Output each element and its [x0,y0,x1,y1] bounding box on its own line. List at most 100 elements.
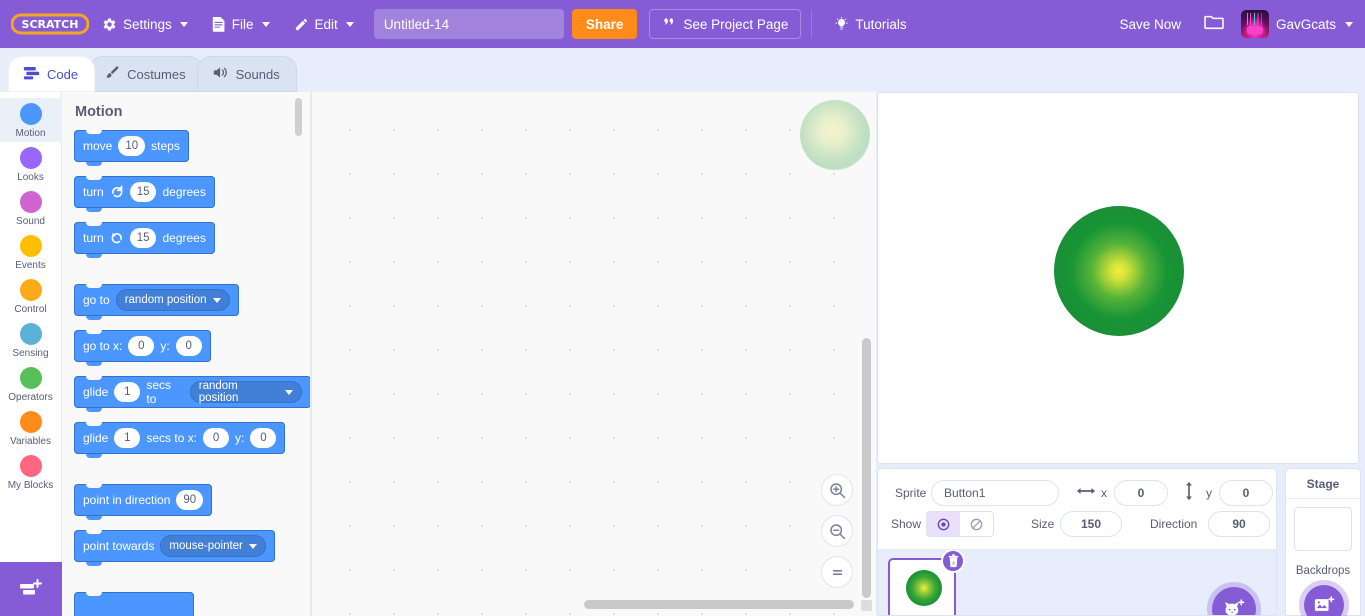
code-workspace[interactable] [312,92,876,616]
block-text: move [83,139,112,153]
scratch-logo-icon: SCRATCH [11,12,89,36]
block-input-y[interactable]: 0 [250,428,276,448]
workspace-vertical-scrollbar[interactable] [862,338,871,598]
delete-sprite-button[interactable]: x [941,550,965,573]
tab-sounds[interactable]: Sounds [197,56,297,92]
block-input-x[interactable]: 0 [203,428,229,448]
category-label: Looks [17,172,44,183]
block-input-degrees[interactable]: 15 [130,228,157,248]
show-hidden-button[interactable] [960,512,993,536]
stage-selector-panel[interactable]: Stage Backdrops [1285,468,1361,616]
sprite-direction-input[interactable] [1208,511,1270,537]
category-operators[interactable]: Operators [0,362,62,406]
add-extension-icon [18,578,44,600]
block-input-y[interactable]: 0 [176,336,202,356]
chevron-down-icon [180,22,188,27]
block-input-steps[interactable]: 10 [118,136,145,156]
sprite-tile-button1[interactable]: x [888,558,956,616]
category-color-dot [20,411,42,433]
block-dropdown-target[interactable]: random position [190,381,302,403]
category-looks[interactable]: Looks [0,142,62,186]
block-text: go to [83,293,110,307]
block-point-in-direction[interactable]: point in direction 90 [74,484,212,516]
zoom-reset-button[interactable] [821,556,853,588]
block-dropdown-target[interactable]: random position [116,289,230,311]
stage-sprite-button1[interactable] [1054,206,1184,336]
show-visible-button[interactable] [927,512,960,536]
add-sprite-button[interactable] [1212,587,1256,616]
block-text: degrees [162,231,205,245]
zoom-out-icon [828,522,847,541]
block-input-direction[interactable]: 90 [176,490,203,510]
block-point-towards[interactable]: point towards mouse-pointer [74,530,275,562]
add-backdrop-button[interactable] [1304,585,1344,616]
category-control[interactable]: Control [0,274,62,318]
category-label: Variables [10,436,51,447]
block-input-x[interactable]: 0 [128,336,154,356]
category-color-dot [20,323,42,345]
my-stuff-button[interactable] [1191,13,1237,36]
tab-costumes[interactable]: Costumes [89,56,203,92]
category-variables[interactable]: Variables [0,406,62,450]
editor-tabs: Code Costumes Sounds [0,56,291,92]
eye-hidden-icon [969,517,984,532]
tutorials-label: Tutorials [855,17,906,32]
block-glide-to-xy[interactable]: glide 1 secs to x: 0 y: 0 [74,422,285,454]
pencil-icon [294,17,309,32]
block-dropdown-towards[interactable]: mouse-pointer [160,535,266,557]
workspace-horizontal-scrollbar[interactable] [584,600,854,609]
category-sensing[interactable]: Sensing [0,318,62,362]
edit-menu[interactable]: Edit [282,0,366,48]
block-go-to[interactable]: go to random position [74,284,239,316]
share-button[interactable]: Share [572,9,638,39]
sprite-y-input[interactable] [1219,480,1273,506]
file-menu[interactable]: File [200,0,282,48]
chevron-down-icon [213,298,221,303]
block-glide-to[interactable]: glide 1 secs to random position [74,376,311,408]
zoom-in-button[interactable] [821,474,853,506]
category-color-dot [20,455,42,477]
category-events[interactable]: Events [0,230,62,274]
category-motion[interactable]: Motion [0,98,62,142]
block-go-to-xy[interactable]: go to x: 0 y: 0 [74,330,211,362]
backdrops-label: Backdrops [1286,565,1360,577]
category-label: Sound [16,216,45,227]
block-move-steps[interactable]: move 10 steps [74,130,189,162]
category-rail: Motion Looks Sound Events Control Sensin… [0,92,62,616]
sprite-name-input[interactable] [931,480,1059,506]
speech-bubble-icon [662,16,676,33]
eye-visible-icon [936,517,951,532]
block-turn-left[interactable]: turn 15 degrees [74,222,215,254]
category-sound[interactable]: Sound [0,186,62,230]
username-label: GavGcats [1276,17,1336,32]
code-blocks-icon [23,66,40,83]
size-label: Size [1031,517,1054,531]
settings-menu[interactable]: Settings [90,0,200,48]
save-now-button[interactable]: Save Now [1109,17,1191,32]
block-input-secs[interactable]: 1 [114,428,140,448]
chevron-down-icon [249,544,257,549]
dropdown-value: random position [125,294,207,306]
sprite-x-input[interactable] [1114,480,1168,506]
settings-label: Settings [123,17,172,32]
category-label: Control [14,304,46,315]
tutorials-button[interactable]: Tutorials [822,0,918,48]
block-input-secs[interactable]: 1 [114,382,140,402]
direction-label: Direction [1150,517,1197,531]
stage[interactable] [877,92,1359,464]
block-turn-right[interactable]: turn 15 degrees [74,176,215,208]
add-extension-button[interactable] [0,562,62,616]
sprite-size-input[interactable] [1060,511,1122,537]
edit-label: Edit [315,17,338,32]
scratch-logo[interactable]: SCRATCH [10,11,90,37]
zoom-out-button[interactable] [821,515,853,547]
project-title-input[interactable] [374,9,564,39]
block-input-degrees[interactable]: 15 [130,182,157,202]
tab-code[interactable]: Code [8,56,95,92]
y-arrows-icon [1183,481,1195,506]
category-my-blocks[interactable]: My Blocks [0,450,62,494]
block-partial-next[interactable] [74,592,194,616]
see-project-page-button[interactable]: See Project Page [649,9,801,39]
palette-scrollbar[interactable] [295,98,302,136]
account-menu[interactable]: GavGcats [1237,10,1365,38]
